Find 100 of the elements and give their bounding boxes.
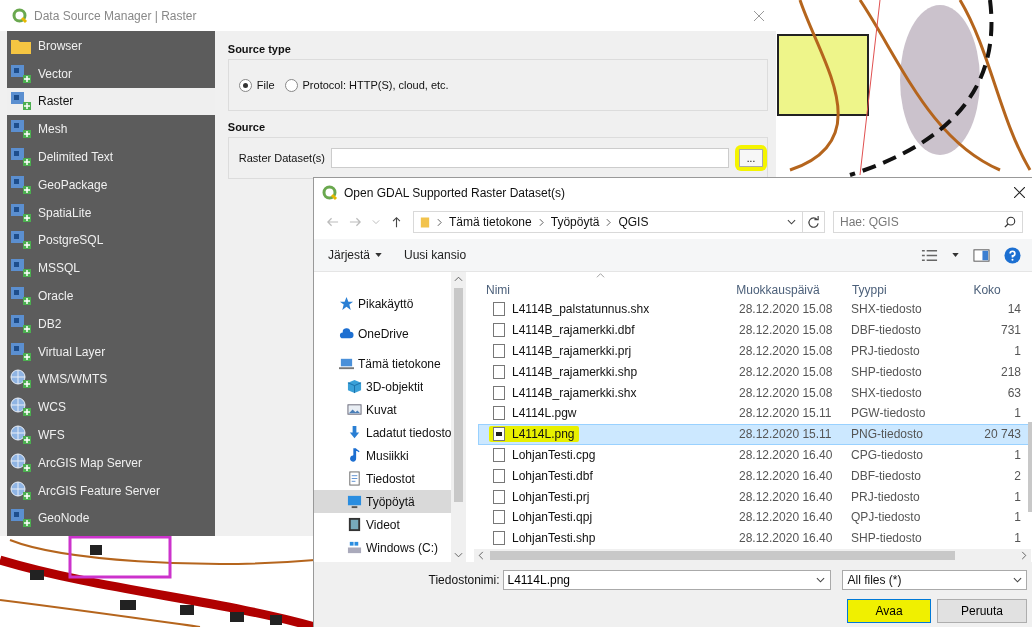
type-cell-text: DBF-tiedosto: [850, 468, 923, 483]
date-cell-text: 28.12.2020 16.40: [738, 468, 834, 483]
file-name: LohjanTesti.shp: [512, 531, 596, 546]
size-cell-text: 1: [1013, 510, 1022, 525]
column-header[interactable]: Nimi: [478, 283, 729, 299]
date-cell-text: 28.12.2020 16.40: [738, 531, 834, 546]
date-cell-text: 28.12.2020 15.11: [738, 427, 833, 442]
navigation-item[interactable]: Tämä tietokone: [314, 352, 452, 375]
file-row[interactable]: L4114B_palstatunnus.shx 28.12.2020 15.08 SHX-tiedosto 14: [478, 299, 1032, 320]
section-heading: Source type: [227, 43, 292, 55]
column-header[interactable]: Tyyppi: [843, 283, 966, 299]
sidebar-item[interactable]: Raster: [7, 87, 215, 116]
address-bar[interactable]: Tämä tietokone Työpöytä QGIS: [413, 211, 803, 233]
type-cell-text: CPG-tiedosto: [850, 448, 925, 462]
navigation-item[interactable]: Windows (C:): [314, 536, 452, 559]
sidebar-item[interactable]: GeoNode: [7, 504, 215, 533]
type-cell-text: SHX-tiedosto: [850, 385, 923, 400]
column-header[interactable]: Muokkauspäivä: [728, 283, 844, 299]
sidebar-item[interactable]: PostgreSQL: [7, 226, 215, 255]
sidebar-item[interactable]: Oracle: [7, 282, 215, 310]
search-field[interactable]: Hae: QGIS: [833, 211, 1023, 233]
navigation-item[interactable]: Kuvat: [314, 398, 452, 421]
file-name: LohjanTesti.cpg: [512, 448, 596, 462]
file-type-dropdown[interactable]: All files (*): [842, 570, 1027, 590]
size-cell-text: 218: [999, 364, 1022, 379]
sidebar-item[interactable]: Mesh: [7, 115, 215, 144]
type-cell-text: QPJ-tiedosto: [850, 510, 922, 525]
file-row[interactable]: L4114B_rajamerkki.dbf 28.12.2020 15.08 DBF-tiedosto 731: [478, 319, 1032, 341]
file-name: L4114B_rajamerkki.shx: [512, 385, 637, 400]
sidebar-item[interactable]: DB2: [7, 309, 215, 338]
file-name: LohjanTesti.qpj: [512, 510, 593, 525]
type-cell-text: PRJ-tiedosto: [850, 344, 921, 358]
date-cell-text: 28.12.2020 15.08: [738, 364, 834, 379]
radio-option[interactable]: File: [238, 78, 275, 92]
size-cell-text: 63: [1006, 385, 1022, 400]
sidebar-item[interactable]: ArcGIS Map Server: [7, 448, 215, 477]
navigation-item[interactable]: Tiedostot: [314, 467, 452, 490]
sidebar-item[interactable]: WFS: [7, 421, 215, 449]
date-cell-text: 28.12.2020 15.08: [738, 302, 834, 317]
cancel-button[interactable]: Peruuta: [937, 599, 1027, 623]
file-name: L4114B_palstatunnus.shx: [512, 302, 650, 317]
type-cell-text: SHP-tiedosto: [850, 531, 923, 546]
date-cell-text: 28.12.2020 15.11: [738, 406, 833, 421]
file-row[interactable]: LohjanTesti.qpj 28.12.2020 16.40 QPJ-tiedosto 1: [478, 507, 1032, 528]
sidebar-item[interactable]: MSSQL: [7, 254, 215, 283]
file-row[interactable]: L4114B_rajamerkki.prj 28.12.2020 15.08 PRJ-tiedosto 1: [478, 340, 1032, 362]
size-cell-text: 20 743: [983, 427, 1022, 442]
breadcrumb-item[interactable]: Tämä tietokone: [449, 215, 532, 229]
size-cell-text: 731: [999, 323, 1022, 338]
file-row[interactable]: LohjanTesti.cpg 28.12.2020 16.40 CPG-tiedosto 1: [478, 444, 1032, 466]
organize-menu-button[interactable]: Järjestä: [324, 246, 387, 264]
radio-option[interactable]: Protocol: HTTP(S), cloud, etc.: [284, 78, 449, 92]
navigation-item[interactable]: Musiikki: [314, 444, 452, 467]
sidebar-item[interactable]: ArcGIS Feature Server: [7, 476, 215, 505]
sidebar-item[interactable]: Virtual Layer: [7, 337, 215, 366]
date-cell-text: 28.12.2020 16.40: [738, 510, 834, 525]
file-row[interactable]: L4114B_rajamerkki.shx 28.12.2020 15.08 SHX-tiedosto 63: [478, 382, 1032, 403]
navigation-item[interactable]: Pikakäyttö: [314, 292, 452, 315]
file-name: L4114L.png: [512, 427, 575, 442]
dialog-title: Open GDAL Supported Raster Dataset(s): [344, 185, 566, 200]
field-label: Raster Dataset(s): [238, 152, 325, 164]
column-header[interactable]: Koko: [965, 283, 1032, 299]
window-title: Data Source Manager | Raster: [34, 8, 198, 23]
file-name: L4114B_rajamerkki.shp: [512, 364, 638, 379]
sidebar-item[interactable]: Delimited Text: [7, 143, 215, 171]
size-cell-text: 1: [1013, 406, 1022, 421]
field-label: Tiedostonimi:: [427, 573, 500, 587]
sidebar-item[interactable]: Browser: [7, 32, 215, 60]
file-name: L4114B_rajamerkki.dbf: [512, 323, 635, 338]
open-button[interactable]: Avaa: [847, 599, 931, 623]
file-row[interactable]: LohjanTesti.dbf 28.12.2020 16.40 DBF-tiedosto 2: [478, 465, 1032, 487]
sidebar-item[interactable]: Vector: [7, 59, 215, 88]
file-row[interactable]: LohjanTesti.prj 28.12.2020 16.40 PRJ-tiedosto 1: [478, 486, 1032, 507]
type-cell-text: PNG-tiedosto: [850, 427, 925, 442]
size-cell-text: 2: [1013, 468, 1022, 483]
file-name-field[interactable]: L4114L.png: [503, 570, 832, 590]
file-name: LohjanTesti.dbf: [512, 468, 593, 483]
navigation-item[interactable]: OneDrive: [314, 322, 452, 345]
new-folder-button[interactable]: Uusi kansio: [400, 246, 471, 264]
file-name: L4114B_rajamerkki.prj: [512, 344, 632, 358]
breadcrumb-item[interactable]: QGIS: [618, 215, 649, 229]
navigation-item[interactable]: 3D-objektit: [314, 375, 452, 398]
type-cell-text: SHP-tiedosto: [850, 364, 923, 379]
browse-button[interactable]: ...: [739, 149, 763, 167]
file-row[interactable]: LohjanTesti.shp 28.12.2020 16.40 SHP-tiedosto 1: [478, 527, 1032, 549]
sidebar-item[interactable]: SpatiaLite: [7, 198, 215, 227]
size-cell-text: 1: [1013, 531, 1022, 546]
breadcrumb-item[interactable]: Työpöytä: [550, 215, 600, 229]
sidebar-item[interactable]: GeoPackage: [7, 171, 215, 199]
size-cell-text: 14: [1006, 302, 1022, 317]
date-cell-text: 28.12.2020 15.08: [738, 385, 834, 400]
navigation-item[interactable]: Työpöytä: [314, 490, 452, 513]
file-row[interactable]: L4114L.pgw 28.12.2020 15.11 PGW-tiedosto 1: [478, 403, 1032, 424]
date-cell-text: 28.12.2020 15.08: [738, 344, 834, 358]
sidebar-item[interactable]: WMS/WMTS: [7, 365, 215, 394]
sidebar-item[interactable]: WCS: [7, 393, 215, 422]
file-row[interactable]: L4114B_rajamerkki.shp 28.12.2020 15.08 SHP-tiedosto 218: [478, 361, 1032, 383]
navigation-item[interactable]: Videot: [314, 513, 452, 536]
size-cell-text: 1: [1013, 448, 1022, 462]
navigation-item[interactable]: Ladatut tiedosto: [314, 421, 452, 444]
